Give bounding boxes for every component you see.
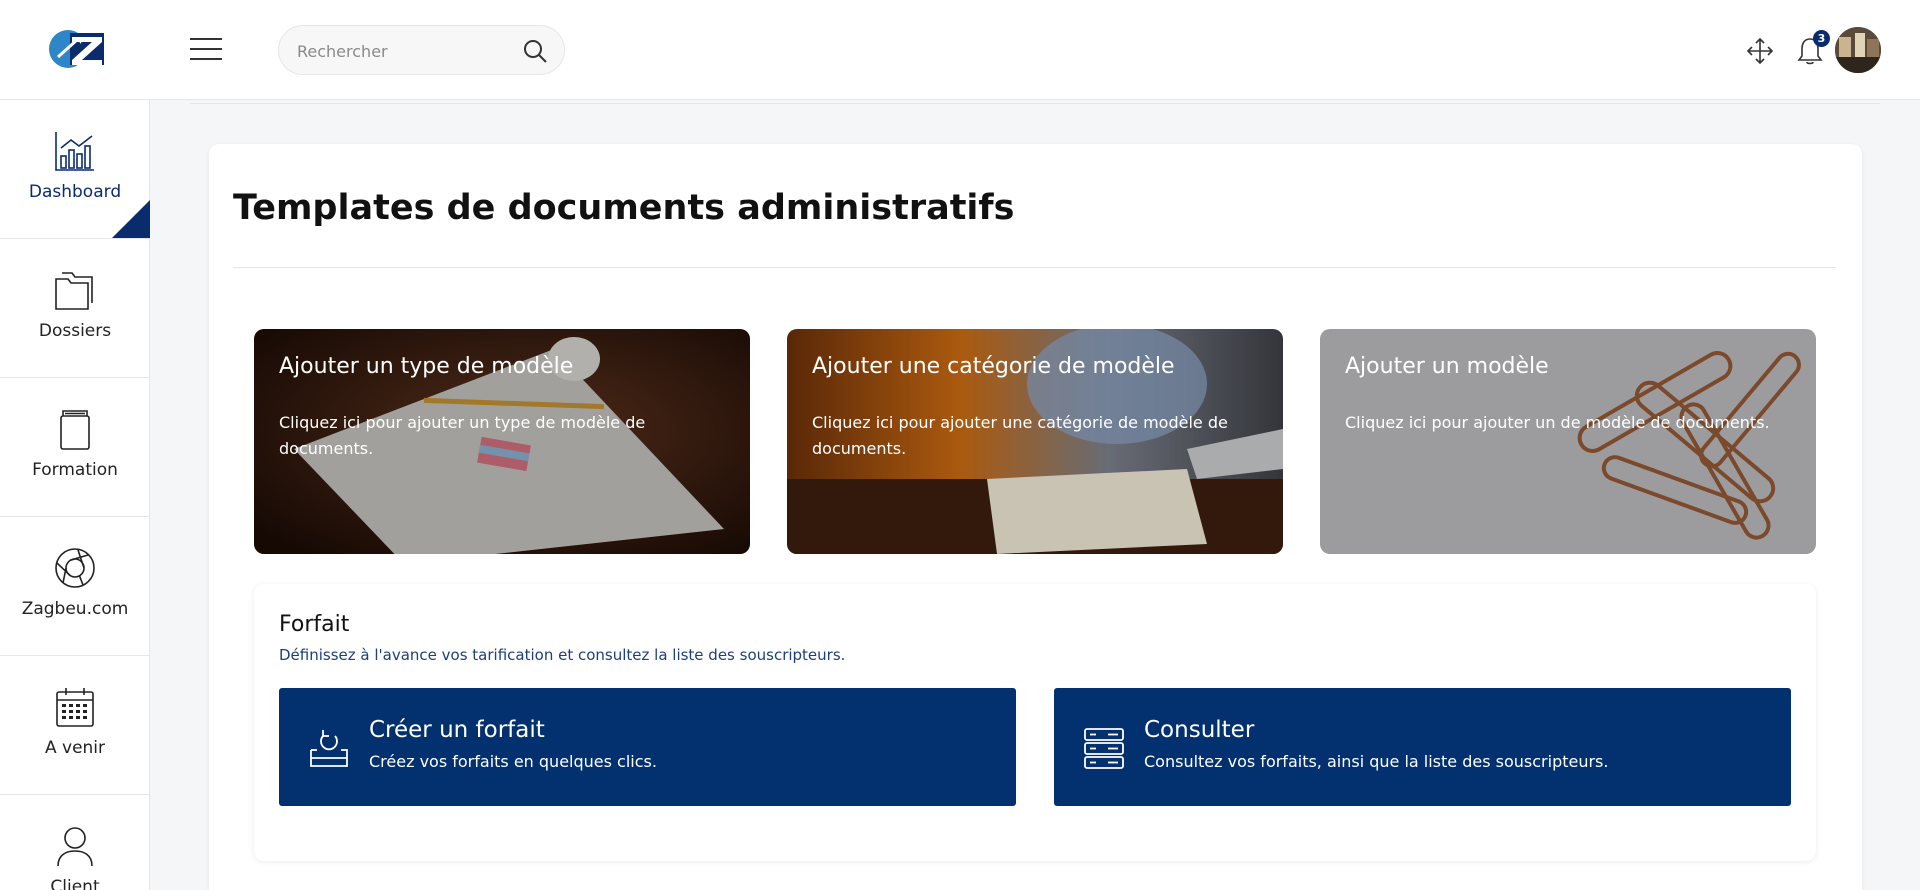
active-indicator: [112, 200, 150, 238]
sidebar-item-dashboard[interactable]: Dashboard: [0, 100, 150, 239]
sidebar-item-label: Client: [50, 877, 100, 890]
forfait-subtitle: Définissez à l'avance vos tarification e…: [279, 646, 846, 664]
book-icon: [60, 410, 90, 450]
sidebar-item-zagbeu[interactable]: Zagbeu.com: [0, 517, 150, 656]
forfait-title: Forfait: [279, 612, 350, 637]
box-refresh-icon: [310, 730, 348, 767]
create-forfait-button[interactable]: Créer un forfait Créez vos forfaits en q…: [279, 688, 1016, 806]
server-list-icon: [1084, 728, 1124, 769]
header-divider: [190, 103, 1880, 104]
sidebar-item-client[interactable]: Client: [0, 795, 150, 890]
folder-icon: [55, 272, 93, 310]
menu-line: [190, 38, 222, 40]
avatar-photo: [1835, 27, 1881, 73]
tile-title: Ajouter un modèle: [1345, 354, 1549, 379]
consult-forfait-desc: Consultez vos forfaits, ainsi que la lis…: [1144, 752, 1609, 771]
sidebar-item-label: Formation: [32, 460, 118, 480]
top-bar: 3: [0, 0, 1920, 100]
tile-add-model-type[interactable]: Ajouter un type de modèle Cliquez ici po…: [254, 329, 750, 554]
logo[interactable]: [48, 29, 106, 69]
create-forfait-desc: Créez vos forfaits en quelques clics.: [369, 752, 657, 771]
create-forfait-title: Créer un forfait: [369, 717, 545, 743]
user-avatar[interactable]: [1835, 27, 1881, 73]
sidebar-item-label: Dashboard: [28, 182, 122, 202]
menu-line: [190, 58, 222, 60]
menu-toggle-button[interactable]: [190, 38, 222, 62]
forfait-section: Forfait Définissez à l'avance vos tarifi…: [254, 584, 1816, 861]
sidebar-item-label: Zagbeu.com: [21, 599, 129, 619]
sidebar-item-label: Dossiers: [38, 321, 112, 341]
tile-description: Cliquez ici pour ajouter une catégorie d…: [812, 413, 1228, 458]
chart-icon: [55, 132, 94, 171]
calendar-icon: [56, 688, 94, 727]
user-icon: [57, 827, 93, 867]
search-bar: [278, 25, 565, 75]
sidebar: Dashboard Dossiers Formation Zagbeu.com …: [0, 100, 150, 890]
notification-badge: 3: [1813, 30, 1830, 47]
sidebar-item-formation[interactable]: Formation: [0, 378, 150, 517]
tile-description: Cliquez ici pour ajouter un type de modè…: [279, 413, 646, 458]
aperture-icon: [55, 548, 95, 588]
sidebar-item-a-venir[interactable]: A venir: [0, 656, 150, 795]
consult-forfait-title: Consulter: [1144, 717, 1255, 743]
tile-title: Ajouter un type de modèle: [279, 354, 574, 379]
tile-add-model-category[interactable]: Ajouter une catégorie de modèle Cliquez …: [787, 329, 1283, 554]
consult-forfait-button[interactable]: Consulter Consultez vos forfaits, ainsi …: [1054, 688, 1791, 806]
sidebar-item-dossiers[interactable]: Dossiers: [0, 239, 150, 378]
sidebar-item-label: A venir: [44, 738, 106, 758]
tile-add-model[interactable]: Ajouter un modèle Cliquez ici pour ajout…: [1320, 329, 1816, 554]
page-title: Templates de documents administratifs: [233, 188, 1015, 228]
tile-description: Cliquez ici pour ajouter un de modèle de…: [1345, 413, 1770, 432]
title-divider: [233, 267, 1836, 268]
tile-title: Ajouter une catégorie de modèle: [812, 354, 1175, 379]
menu-line: [190, 48, 222, 50]
main-card: Templates de documents administratifs Aj…: [209, 144, 1862, 890]
expand-arrows-icon[interactable]: [1746, 37, 1774, 65]
search-icon[interactable]: [522, 38, 548, 64]
search-input[interactable]: [297, 39, 517, 63]
